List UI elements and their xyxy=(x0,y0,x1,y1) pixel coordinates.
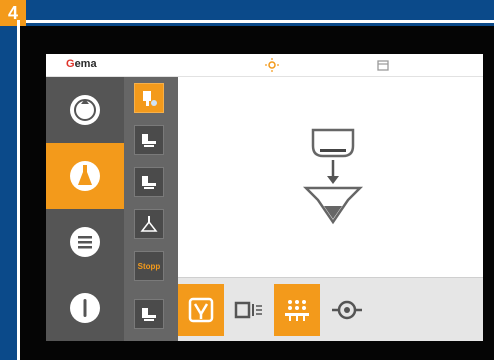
stop-label: Stopp xyxy=(137,261,161,271)
bottom-toolbar xyxy=(178,277,483,341)
hopper-to-pump-diagram xyxy=(302,128,364,225)
fluidizing-icon xyxy=(285,300,309,321)
fluidizing-button[interactable] xyxy=(274,284,320,336)
touch-display: Gema Stopp xyxy=(46,54,483,341)
powder-pump-icon xyxy=(188,297,214,323)
sun-icon[interactable] xyxy=(264,57,280,73)
sieve-icon xyxy=(234,301,262,319)
power-icon xyxy=(70,293,100,323)
gun-icon xyxy=(142,176,156,189)
sub-item-nozzle[interactable] xyxy=(134,209,164,239)
gun-icon xyxy=(142,308,156,321)
sub-nav-bar: Stopp xyxy=(124,77,178,341)
sieve-button[interactable] xyxy=(226,284,272,336)
gun-settings-icon xyxy=(143,91,157,106)
sub-item-gun-3[interactable] xyxy=(134,299,164,329)
top-bar: 4 xyxy=(0,0,494,26)
nav-item-list[interactable] xyxy=(46,209,124,275)
main-content-area xyxy=(178,77,483,277)
frame-top-line xyxy=(26,20,494,23)
recycle-icon xyxy=(70,95,100,125)
sub-item-gun-2[interactable] xyxy=(134,167,164,197)
display-header: Gema xyxy=(46,54,483,77)
nav-item-spray-gun[interactable] xyxy=(46,143,124,209)
gema-logo: Gema xyxy=(66,58,97,70)
nozzle-icon xyxy=(140,216,158,232)
list-icon xyxy=(70,227,100,257)
main-nav-sidebar xyxy=(46,77,124,341)
sub-item-gun-1[interactable] xyxy=(134,125,164,155)
nav-item-recycle[interactable] xyxy=(46,77,124,143)
box-icon[interactable] xyxy=(376,58,390,72)
sub-item-gun-settings[interactable] xyxy=(134,83,164,113)
sub-item-stop[interactable]: Stopp xyxy=(134,251,164,281)
step-number-badge: 4 xyxy=(0,0,26,26)
gun-icon xyxy=(142,134,156,147)
nav-item-power[interactable] xyxy=(46,275,124,341)
pump-valve-icon xyxy=(332,300,362,320)
control-unit-bezel: Gema Stopp xyxy=(20,26,494,360)
spray-gun-icon xyxy=(70,161,100,191)
pump-valve-button[interactable] xyxy=(324,284,370,336)
powder-pump-button[interactable] xyxy=(178,284,224,336)
